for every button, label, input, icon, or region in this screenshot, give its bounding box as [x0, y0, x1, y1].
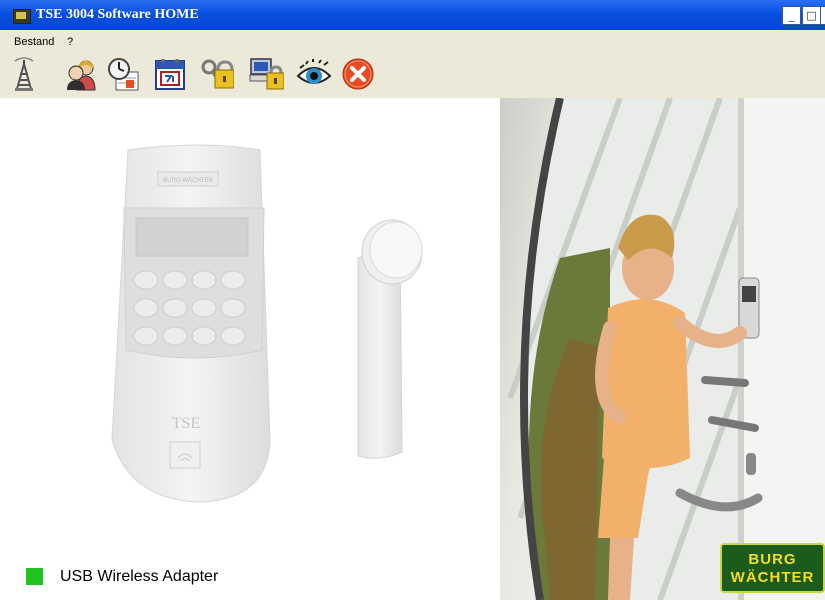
connection-status-label: USB Wireless Adapter	[60, 568, 219, 585]
close-button[interactable]: ×	[820, 6, 825, 25]
time-schedule-button[interactable]	[106, 56, 142, 92]
menu-bar: Bestand ?	[0, 30, 825, 52]
menu-help[interactable]: ?	[67, 36, 73, 48]
maximize-button[interactable]: □	[802, 6, 821, 25]
clock-schedule-icon	[108, 58, 139, 91]
key-lock-icon	[201, 59, 235, 89]
exit-icon	[342, 58, 374, 90]
antenna-button[interactable]	[6, 56, 42, 92]
brand-logo-line2: WÄCHTER	[730, 569, 815, 586]
minimize-button[interactable]: _	[782, 6, 801, 25]
keypad-logo: TSE	[172, 415, 200, 432]
title-bar: TSE 3004 Software HOME _ □ ×	[0, 0, 825, 30]
antenna-icon	[14, 57, 34, 91]
menu-bestand[interactable]: Bestand	[14, 36, 54, 48]
users-button[interactable]	[64, 56, 100, 92]
monitor-button[interactable]	[296, 56, 332, 92]
brand-logo: BURG WÄCHTER	[720, 543, 825, 593]
calendar-icon	[155, 59, 185, 90]
app-icon[interactable]	[13, 9, 31, 24]
users-icon	[67, 60, 96, 91]
exit-button[interactable]	[340, 56, 376, 92]
toolbar	[0, 52, 825, 99]
keypad-brand-label: BURG-WÄCHTER	[163, 177, 213, 184]
computer-lock-icon	[249, 58, 285, 90]
eye-icon	[296, 59, 332, 84]
connection-status-indicator	[26, 568, 43, 585]
key-access-button[interactable]	[198, 56, 235, 92]
door-scene	[507, 98, 825, 600]
window-title: TSE 3004 Software HOME	[36, 7, 199, 22]
brand-logo-line1: BURG	[748, 551, 797, 568]
product-photo	[500, 98, 825, 600]
calendar-button[interactable]	[152, 56, 188, 92]
pc-security-button[interactable]	[248, 56, 285, 92]
product-illustration: BURG-WÄCHTER TSE	[111, 144, 423, 503]
